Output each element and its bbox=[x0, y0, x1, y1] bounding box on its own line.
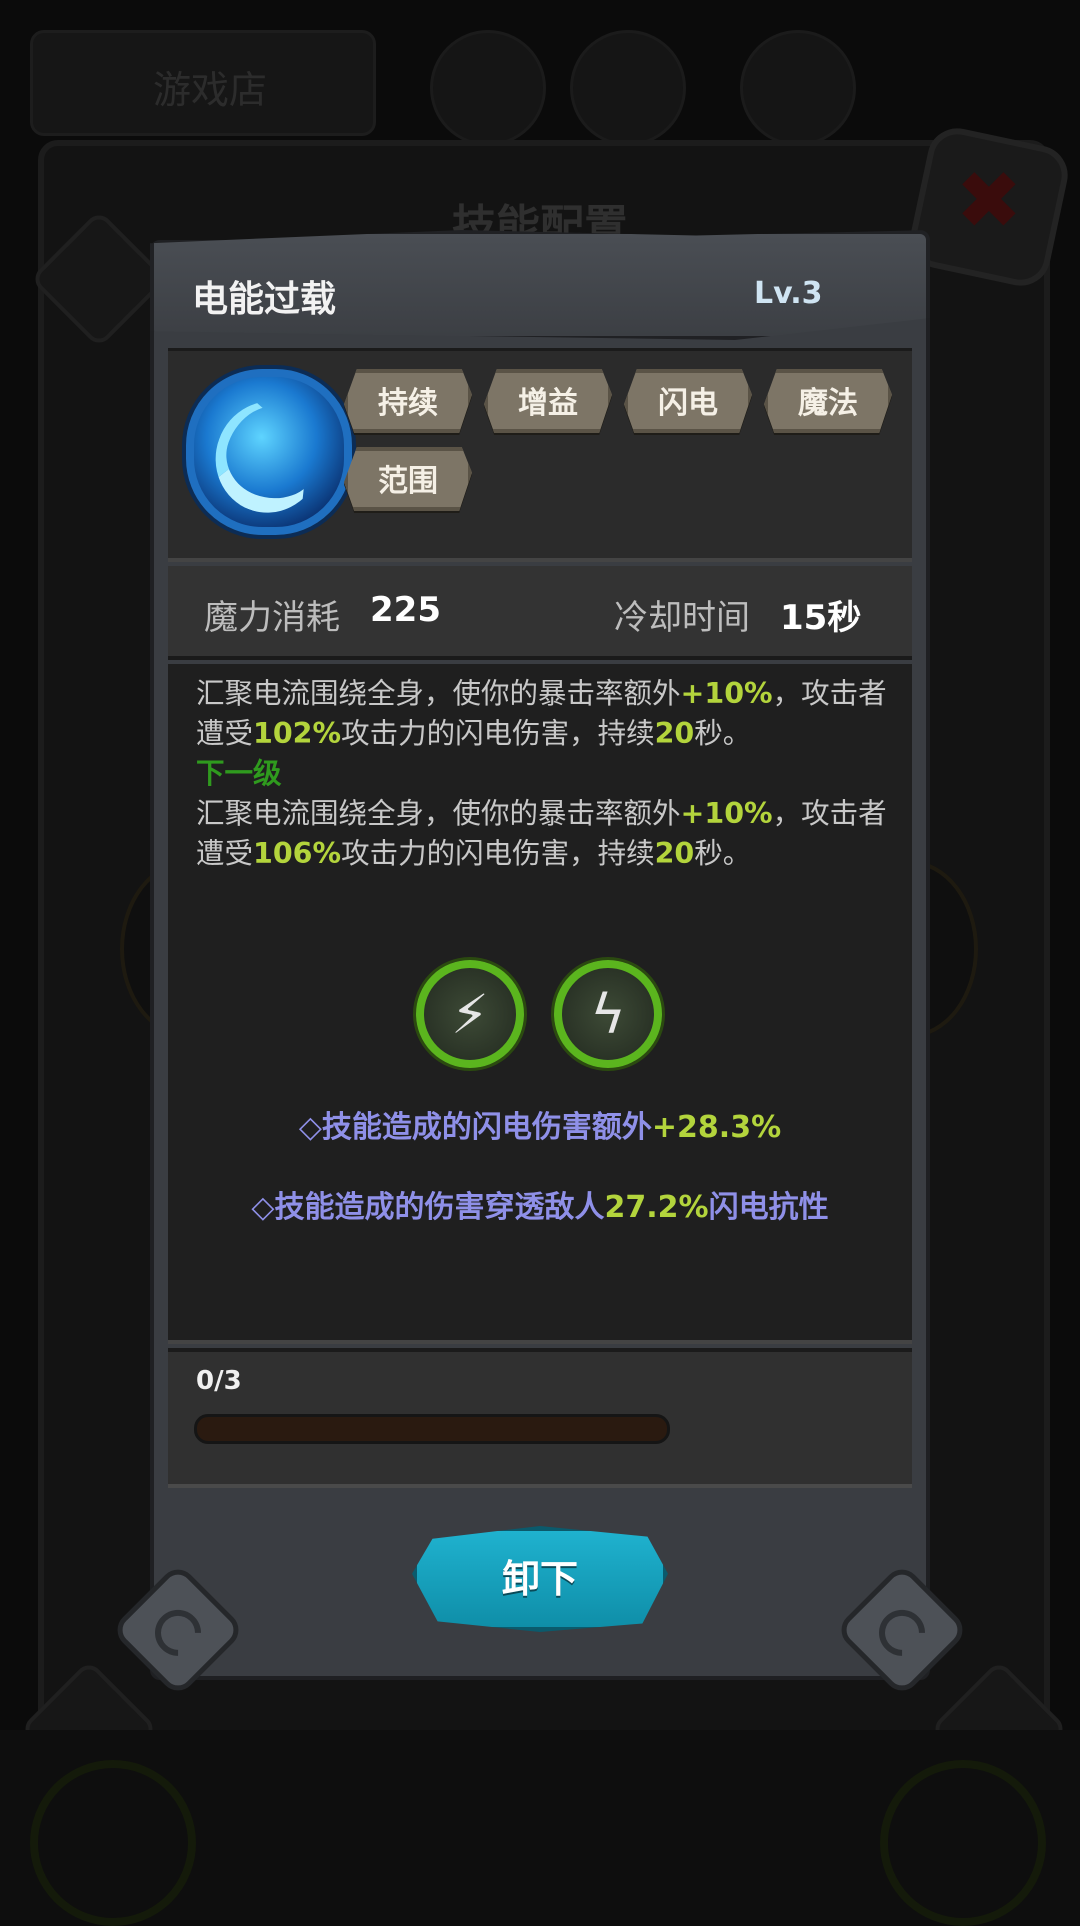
bonus-line: ◇技能造成的闪电伤害额外+28.3% bbox=[298, 1110, 782, 1145]
modal-header: 电能过载 Lv.3 bbox=[150, 230, 930, 340]
skill-detail-modal: 电能过载 Lv.3 持续 增益 闪电 魔法 范围 魔力消耗 225 冷却时间 1… bbox=[110, 230, 970, 1698]
background-hero-icon bbox=[740, 30, 856, 146]
tag: 增益 bbox=[484, 369, 612, 433]
skill-name: 电能过载 bbox=[192, 279, 337, 320]
progress-bar bbox=[194, 1414, 670, 1444]
upgrade-progress: 0/3 bbox=[168, 1348, 912, 1488]
tag: 魔法 bbox=[764, 369, 892, 433]
mana-cost-value: 225 bbox=[370, 590, 441, 630]
shattered-lightning-icon[interactable]: ϟ bbox=[554, 960, 662, 1068]
background-slot-icon bbox=[880, 1760, 1046, 1926]
skill-stats: 魔力消耗 225 冷却时间 15秒 bbox=[168, 566, 912, 660]
next-level-label: 下一级 bbox=[196, 757, 282, 790]
skill-description: 汇聚电流围绕全身，使你的暴击率额外+10%，攻击者遭受102%攻击力的闪电伤害，… bbox=[196, 677, 887, 870]
skill-tags: 持续 增益 闪电 魔法 范围 bbox=[344, 369, 904, 511]
tag: 范围 bbox=[344, 447, 472, 511]
close-x-icon: ✖ bbox=[955, 153, 1023, 247]
skill-description-panel: 汇聚电流围绕全身，使你的暴击率额外+10%，攻击者遭受102%攻击力的闪电伤害，… bbox=[168, 664, 912, 1344]
bonus-line: ◇技能造成的伤害穿透敌人27.2%闪电抗性 bbox=[251, 1190, 829, 1225]
tag: 闪电 bbox=[624, 369, 752, 433]
skill-summary: 持续 增益 闪电 魔法 范围 bbox=[168, 348, 912, 562]
cooldown-value: 15秒 bbox=[780, 598, 862, 638]
background-slot-icon bbox=[30, 1760, 196, 1926]
mana-cost-label: 魔力消耗 bbox=[204, 598, 340, 638]
background-tab: 游戏店 bbox=[30, 30, 376, 136]
lightning-orb-icon bbox=[186, 369, 352, 535]
cooldown-label: 冷却时间 bbox=[614, 598, 750, 638]
progress-text: 0/3 bbox=[196, 1366, 242, 1396]
background-skull-icon bbox=[570, 30, 686, 146]
tag: 持续 bbox=[344, 369, 472, 433]
lightning-bolt-icon[interactable]: ⚡ bbox=[416, 960, 524, 1068]
skill-level: Lv.3 bbox=[754, 276, 823, 311]
background-bottom-bar bbox=[0, 1730, 1080, 1926]
background-tab-label: 游戏店 bbox=[153, 68, 268, 112]
background-character-icon bbox=[430, 30, 546, 146]
close-button[interactable]: ✖ bbox=[904, 122, 1074, 292]
unequip-button[interactable]: 卸下 bbox=[412, 1526, 668, 1632]
